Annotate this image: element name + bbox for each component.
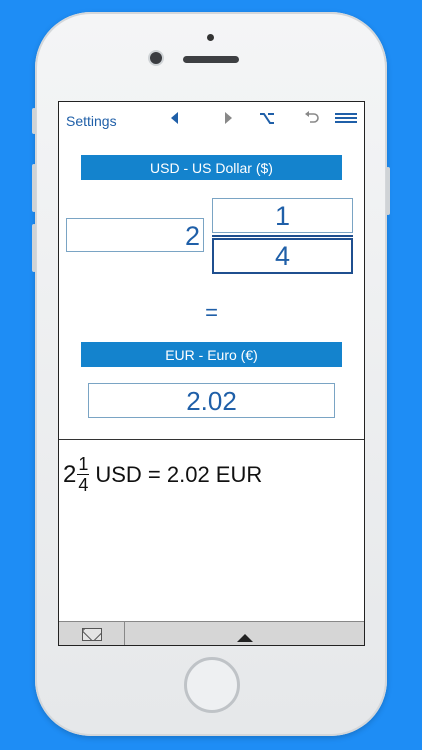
conversion-summary: 2 1 4 USD = 2.02 EUR [63,454,262,495]
undo-icon[interactable] [304,111,320,130]
summary-text: USD = 2.02 EUR [95,461,263,487]
section-divider [59,439,364,440]
mute-switch [32,108,36,134]
proximity-sensor [207,34,214,41]
back-arrow-icon[interactable] [170,111,180,130]
summary-whole: 2 [63,460,77,488]
earpiece-speaker [183,56,239,63]
denominator-input[interactable]: 4 [212,238,353,274]
fraction-bar [212,235,353,237]
forward-arrow-icon[interactable] [223,111,233,130]
settings-button[interactable]: Settings [66,113,117,129]
whole-number-input[interactable]: 2 [66,218,204,252]
equals-sign: = [205,300,218,325]
summary-fraction: 1 4 [77,454,90,495]
power-button [386,167,390,215]
result-value: 2.02 [88,383,335,418]
numerator-input[interactable]: 1 [212,198,353,233]
expand-panel-button[interactable] [125,622,364,645]
summary-denominator: 4 [78,475,89,495]
home-button[interactable] [184,657,240,713]
app-screen: Settings USD - US Dollar ($) 2 1 4 = EUR… [58,101,365,646]
option-key-icon[interactable] [259,111,275,130]
email-button[interactable] [59,622,125,645]
up-arrow-icon [236,633,253,642]
envelope-icon [81,628,102,641]
volume-down-button [32,224,36,272]
front-camera [150,52,162,64]
menu-icon[interactable] [335,112,357,130]
summary-numerator: 1 [78,454,89,474]
to-currency-bar[interactable]: EUR - Euro (€) [81,342,342,367]
volume-up-button [32,164,36,212]
from-currency-bar[interactable]: USD - US Dollar ($) [81,155,342,180]
toolbar: Settings [59,102,364,140]
bottom-bar [59,621,364,645]
